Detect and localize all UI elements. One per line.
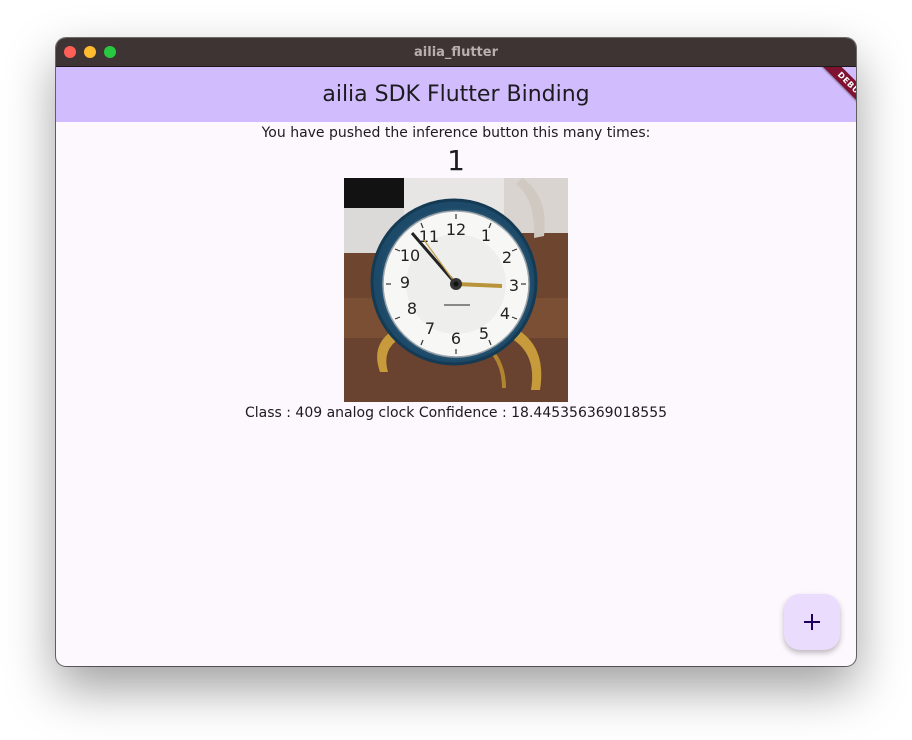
analog-clock-photo: 12 1 2 3 4 5 6 7 8 9 10 11 [344, 178, 568, 402]
main-content: You have pushed the inference button thi… [56, 122, 856, 666]
svg-text:8: 8 [407, 299, 417, 318]
svg-text:2: 2 [502, 248, 512, 267]
page-title: ailia SDK Flutter Binding [322, 82, 590, 107]
svg-text:10: 10 [400, 246, 420, 265]
svg-text:12: 12 [446, 220, 466, 239]
svg-text:9: 9 [400, 273, 410, 292]
svg-text:5: 5 [479, 324, 489, 343]
app-bar: ailia SDK Flutter Binding [56, 67, 856, 122]
app-window: ailia_flutter ailia SDK Flutter Binding … [56, 38, 856, 666]
svg-text:4: 4 [500, 304, 510, 323]
classification-result: Class : 409 analog clock Confidence : 18… [244, 405, 668, 421]
inference-counter: 1 [447, 144, 465, 177]
debug-banner-label: DEBUG [814, 67, 856, 122]
pushed-count-label: You have pushed the inference button thi… [261, 125, 651, 141]
svg-text:3: 3 [509, 276, 519, 295]
debug-banner: DEBUG [800, 67, 856, 123]
plus-icon [804, 614, 820, 630]
svg-text:1: 1 [481, 226, 491, 245]
inference-button[interactable] [784, 594, 840, 650]
window-title: ailia_flutter [414, 45, 498, 60]
window-titlebar: ailia_flutter [56, 38, 856, 67]
svg-text:7: 7 [425, 319, 435, 338]
svg-text:6: 6 [451, 329, 461, 348]
